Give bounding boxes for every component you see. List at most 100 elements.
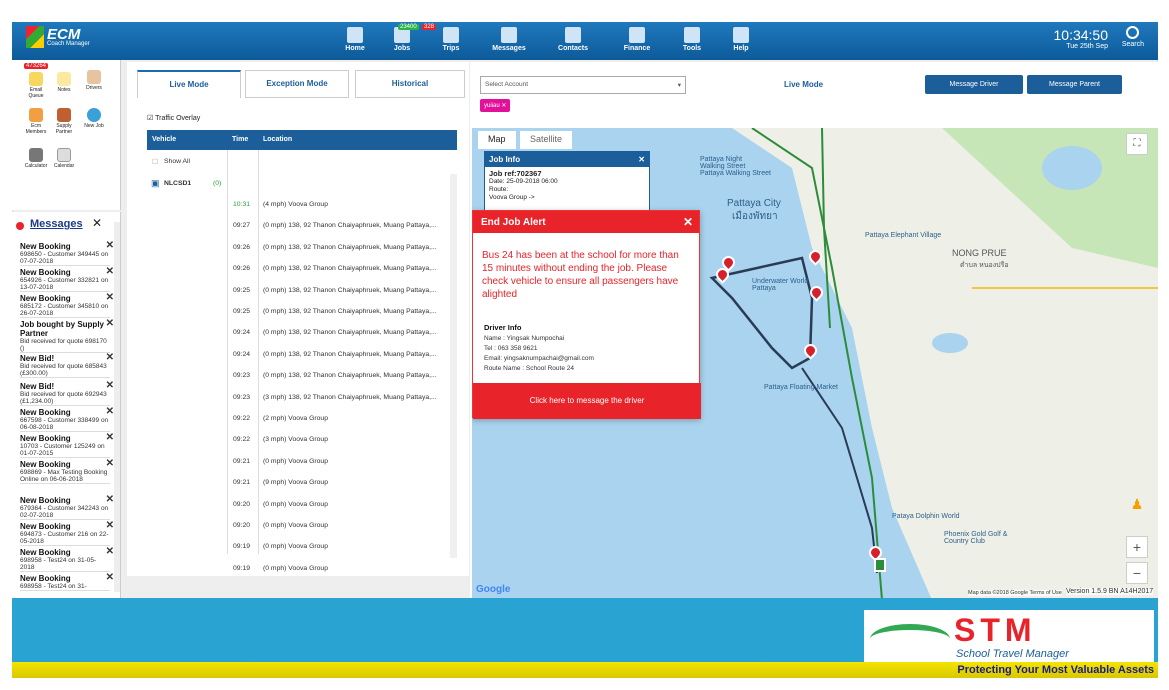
table-row[interactable]: 09:23 (0 mph) 138, 92 Thanon Chaiyaphruek… [147,366,457,387]
nav-messages[interactable]: Messages [491,22,527,60]
message-item[interactable]: New Bid! Bid received for quote 685843 (£… [20,353,114,378]
nav-contacts[interactable]: Contacts [555,22,591,60]
message-item[interactable]: New Booking 698958 - Test24 on 31-05-2018… [20,547,114,572]
table-row[interactable]: 09:19 (0 mph) Voova Group [147,559,457,580]
nav-finance[interactable]: Finance [619,22,655,60]
stm-wave-icon [870,624,950,654]
message-item[interactable]: Job bought by Supply Partner Bid received… [20,319,114,353]
job-route: Voova Group -> [489,194,535,201]
table-row[interactable]: 09:23 (3 mph) 138, 92 Thanon Chaiyaphruek… [147,388,457,409]
show-all-row[interactable]: ☐ Show All [147,152,457,173]
bus-location-icon[interactable] [874,558,886,572]
tab-live-mode[interactable]: Live Mode [137,70,241,98]
vehicle-row[interactable]: ▣ NLCSD1 (0) [147,174,457,195]
table-row[interactable]: 09:22 (2 mph) Voova Group [147,409,457,430]
table-row[interactable]: 09:25 (0 mph) 138, 92 Thanon Chaiyaphruek… [147,302,457,323]
pegman-icon[interactable]: ♟ [1126,494,1148,516]
table-row[interactable]: 09:24 (0 mph) 138, 92 Thanon Chaiyaphruek… [147,345,457,366]
close-messages-icon[interactable]: ✕ [92,216,102,230]
message-item[interactable]: New Booking 698958 - Test24 on 31- ✕ [20,573,114,591]
map-label-thai: เมืองพัทยา [732,211,778,222]
message-item[interactable]: New Booking 10703 - Customer 125249 on 01… [20,433,114,458]
message-item[interactable]: New Booking 679364 - Customer 342243 on 0… [20,495,114,520]
checkbox-icon[interactable]: ☑ [147,115,155,122]
table-row[interactable]: 09:19 (0 mph) Voova Group [147,537,457,558]
map-tab-map[interactable]: Map [478,131,516,149]
table-row[interactable]: 09:21 (9 mph) Voova Group [147,473,457,494]
messages-scrollbar[interactable] [114,222,120,592]
map[interactable]: Pattaya Night Walking Street Pattaya Wal… [472,128,1158,600]
message-driver-action-button[interactable]: Click here to message the driver [473,383,701,419]
message-body: Bid received for quote 698170 () [20,338,107,352]
table-row[interactable]: 09:24 (0 mph) 138, 92 Thanon Chaiyaphruek… [147,323,457,344]
dismiss-message-icon[interactable]: ✕ [106,241,114,251]
table-row[interactable]: 10:31 (4 mph) Voova Group [147,195,457,216]
table-row[interactable]: 09:22 (3 mph) Voova Group [147,430,457,451]
logo-subtext: Coach Manager [47,40,90,47]
search-button[interactable]: Search [1122,26,1144,48]
tab-historical[interactable]: Historical [355,70,465,98]
nav-help[interactable]: Help [723,22,759,60]
zoom-out-button[interactable]: − [1126,562,1148,584]
supply-partner-shortcut[interactable]: Supply Partner [52,108,76,135]
row-location: (0 mph) 138, 92 Thanon Chaiyaphruek, Mua… [263,329,437,337]
dismiss-message-icon[interactable]: ✕ [106,267,114,277]
dismiss-message-icon[interactable]: ✕ [106,459,114,469]
dismiss-message-icon[interactable]: ✕ [106,433,114,443]
dismiss-message-icon[interactable]: ✕ [106,407,114,417]
account-tag[interactable]: yuiiau ✕ [480,99,511,112]
message-item[interactable]: New Booking 667598 - Customer 338499 on 0… [20,407,114,432]
calculator-shortcut[interactable]: Calculator [24,148,48,169]
map-tab-satellite[interactable]: Satellite [520,131,573,149]
table-row[interactable]: 09:20 (0 mph) Voova Group [147,516,457,537]
notes-shortcut[interactable]: Notes [52,72,76,93]
dismiss-message-icon[interactable]: ✕ [106,293,114,303]
message-item[interactable]: New Booking 685172 - Customer 345810 on 2… [20,293,114,318]
checkbox-icon[interactable]: ☐ [152,158,158,166]
ecm-members-shortcut[interactable]: Ecm Members [24,108,48,135]
map-label-walking-street: Pattaya Night Walking Street [700,156,746,170]
message-driver-button[interactable]: Message Driver [925,75,1023,94]
close-alert-icon[interactable]: ✕ [683,215,693,229]
nav-tools[interactable]: Tools [674,22,710,60]
message-item[interactable]: New Bid! Bid received for quote 692943 (£… [20,381,114,406]
message-item[interactable]: New Booking 698869 - Max Testing Booking … [20,459,114,484]
email-queue-shortcut[interactable]: Email Queue [24,72,48,99]
message-body: 698650 - Customer 349445 on 07-07-2018 [20,251,109,265]
nav-home[interactable]: Home [337,22,373,60]
dismiss-message-icon[interactable]: ✕ [106,547,114,557]
zoom-in-button[interactable]: + [1126,536,1148,558]
table-row[interactable]: 09:20 (0 mph) Voova Group [147,495,457,516]
dismiss-message-icon[interactable]: ✕ [106,573,114,583]
row-time: 09:25 [233,286,251,294]
table-row[interactable]: 09:21 (0 mph) Voova Group [147,452,457,473]
new-job-shortcut[interactable]: New Job [82,108,106,129]
map-attribution[interactable]: Map data ©2018 Google Terms of Use [968,590,1062,596]
fullscreen-icon[interactable]: ⛶ [1126,133,1148,155]
table-row[interactable]: 09:25 (0 mph) 138, 92 Thanon Chaiyaphruek… [147,281,457,302]
calendar-shortcut[interactable]: Calendar [52,148,76,169]
dismiss-message-icon[interactable]: ✕ [106,381,114,391]
dismiss-message-icon[interactable]: ✕ [106,353,114,363]
table-header: Vehicle Time Location [147,130,457,150]
table-scrollbar[interactable] [450,174,457,558]
drivers-shortcut[interactable]: Drivers [82,70,106,91]
dismiss-message-icon[interactable]: ✕ [106,521,114,531]
message-item[interactable]: New Booking 694873 - Customer 216 on 22-0… [20,521,114,546]
message-parent-button[interactable]: Message Parent [1027,75,1122,94]
dismiss-message-icon[interactable]: ✕ [106,319,114,329]
account-select[interactable]: Select Account ▾ [480,76,686,94]
table-row[interactable]: 09:27 (0 mph) 138, 92 Thanon Chaiyaphruek… [147,216,457,237]
row-time: 09:20 [233,522,251,529]
messages-title[interactable]: Messages [30,218,83,230]
nav-trips[interactable]: Trips [433,22,469,60]
message-item[interactable]: New Booking 698650 - Customer 349445 on 0… [20,241,114,266]
table-row[interactable]: 09:26 (0 mph) 138, 92 Thanon Chaiyaphruek… [147,259,457,280]
table-row[interactable]: 09:26 (0 mph) 138, 92 Thanon Chaiyaphruek… [147,238,457,259]
message-item[interactable]: New Booking 654926 - Customer 332821 on 1… [20,267,114,292]
ecm-logo[interactable]: ECM Coach Manager [26,26,90,48]
traffic-overlay-toggle[interactable]: ☑ Traffic Overlay [147,114,200,122]
tab-exception-mode[interactable]: Exception Mode [245,70,349,98]
dismiss-message-icon[interactable]: ✕ [106,495,114,505]
close-icon[interactable]: ✕ [638,155,645,164]
